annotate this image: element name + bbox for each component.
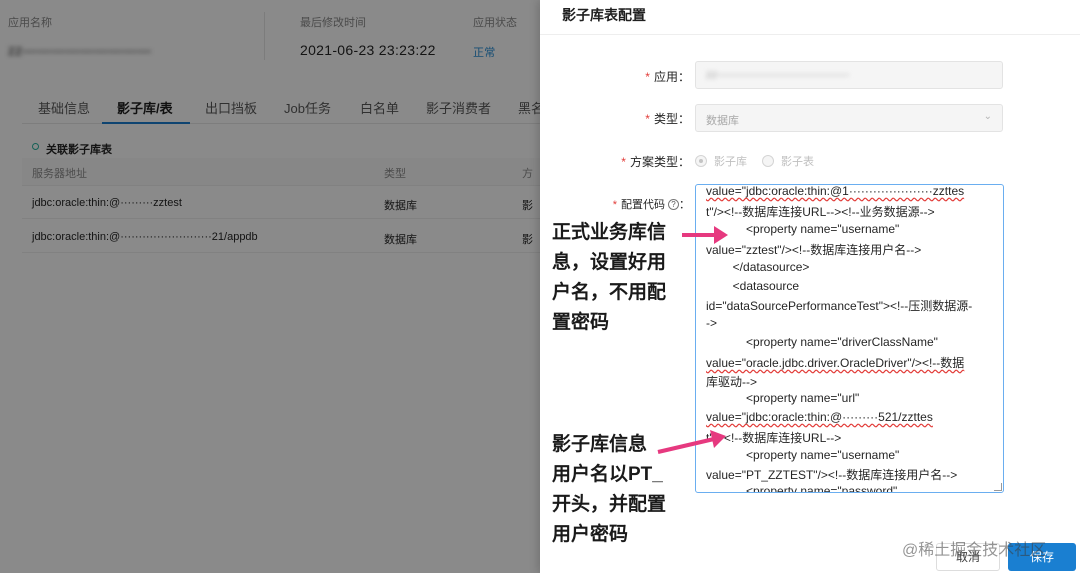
code-line: </datasource> [706, 260, 810, 274]
code-line: value="zztest"/><!--数据库连接用户名--> [706, 243, 922, 257]
chevron-down-icon: ⌄ [983, 111, 992, 122]
drawer-title: 影子库表配置 [562, 7, 646, 23]
code-line: t"/><!--数据库连接URL--><!--业务数据源--> [706, 205, 935, 219]
radio-unchecked-icon [762, 155, 774, 167]
code-line: <property name="username" [706, 222, 900, 236]
radio-shadow-db[interactable]: 影子库 [695, 153, 747, 169]
code-line: value="jdbc:oracle:thin:@1··············… [706, 184, 965, 198]
code-line: -> [706, 316, 718, 330]
scheme-field-label: * 方案类型： [621, 155, 690, 169]
code-line: id="dataSourcePerformanceTest"><!--压测数据源… [706, 299, 973, 313]
code-line: 库驱动--> [706, 375, 758, 389]
modal-mask[interactable] [0, 0, 540, 573]
code-field-label: * 配置代码?： [612, 199, 690, 211]
code-line: value="jdbc:oracle:thin:@·········521/zz… [706, 410, 933, 424]
arrow-icon [682, 226, 728, 244]
drawer-divider [540, 34, 1080, 35]
type-select[interactable]: 数据库 ⌄ [695, 104, 1003, 132]
resize-handle[interactable] [994, 483, 1002, 491]
type-field-label: * 类型： [645, 112, 690, 126]
app-field-label: * 应用： [645, 70, 690, 84]
code-line: <property name="url" [706, 391, 860, 405]
code-line: value="oracle.jdbc.driver.OracleDriver"/… [706, 356, 965, 370]
code-line: <datasource [706, 279, 800, 293]
app-field[interactable]: zz———————————— [695, 61, 1003, 89]
code-line: value="PT_ZZTEST"/><!--数据库连接用户名--> [706, 468, 958, 482]
watermark: @稀土掘金技术社区 [902, 542, 1047, 559]
code-line: <property name="driverClassName" [706, 335, 938, 349]
arrow-icon [657, 430, 726, 454]
annotation-bottom: 影子库信息 用户名以PT_ 开头，并配置 用户密码 [552, 430, 667, 550]
help-icon[interactable]: ? [668, 199, 679, 210]
code-line: <property name="username" [706, 448, 900, 462]
radio-checked-icon [695, 155, 707, 167]
config-code-textarea[interactable]: value="jdbc:oracle:thin:@1··············… [695, 184, 1004, 493]
annotation-top: 正式业务库信 息，设置好用 户名，不用配 置密码 [552, 218, 667, 338]
radio-shadow-table[interactable]: 影子表 [762, 153, 814, 169]
code-line: <property name="password" [706, 484, 898, 493]
